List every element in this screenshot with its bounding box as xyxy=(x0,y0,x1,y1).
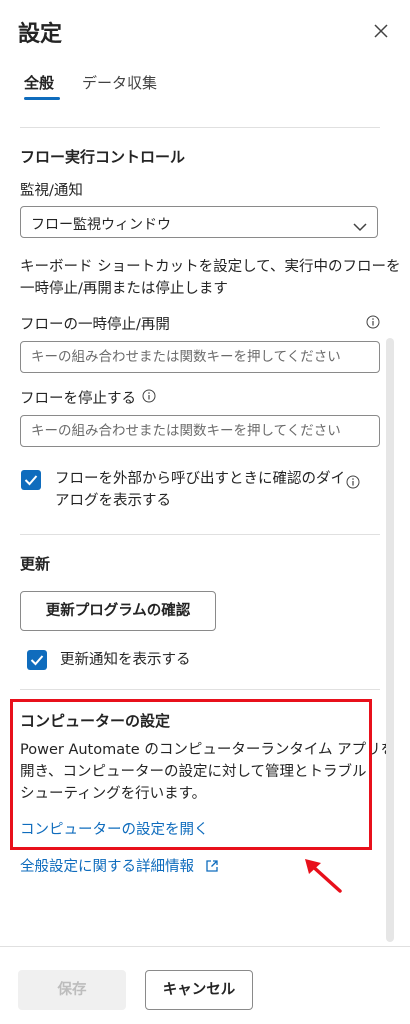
pause-resume-label: フローの一時停止/再開 xyxy=(20,317,170,333)
divider xyxy=(20,534,380,535)
chevron-down-icon xyxy=(353,217,367,232)
checkmark-icon xyxy=(24,475,38,486)
general-settings-info-link[interactable]: 全般設定に関する詳細情報 xyxy=(20,855,219,876)
confirm-dialog-label-line1: フローを外部から呼び出すときに確認のダイ xyxy=(55,471,345,487)
stop-flow-label: フローを停止する xyxy=(20,391,136,407)
check-updates-button-label: 更新プログラムの確認 xyxy=(45,603,191,619)
highlight-box xyxy=(10,699,372,850)
shortcut-description-line2: 一時停止/再開または停止します xyxy=(20,281,228,297)
active-tab-indicator xyxy=(24,97,60,100)
checkmark-icon xyxy=(30,655,44,666)
info-icon[interactable] xyxy=(142,388,156,403)
panel-title: 設定 xyxy=(18,22,63,47)
flow-control-heading: フロー実行コントロール xyxy=(20,148,186,166)
monitor-dropdown[interactable]: フロー監視ウィンドウ xyxy=(20,206,378,238)
monitor-dropdown-value: フロー監視ウィンドウ xyxy=(31,217,171,233)
general-settings-info-link-label: 全般設定に関する詳細情報 xyxy=(20,859,194,875)
cancel-button[interactable]: キャンセル xyxy=(145,970,253,1010)
info-icon[interactable] xyxy=(346,474,360,489)
update-heading: 更新 xyxy=(20,555,51,573)
scrollbar-thumb[interactable] xyxy=(386,338,394,942)
shortcut-description-line1: キーボード ショートカットを設定して、実行中のフローを xyxy=(20,259,401,275)
tab-data-collection[interactable]: データ収集 xyxy=(82,72,157,93)
divider xyxy=(20,127,380,128)
check-updates-button[interactable]: 更新プログラムの確認 xyxy=(20,591,216,631)
monitor-label: 監視/通知 xyxy=(20,183,83,199)
update-notify-checkbox[interactable] xyxy=(27,650,47,670)
divider xyxy=(20,689,380,690)
update-notify-label: 更新通知を表示する xyxy=(60,652,191,668)
confirm-dialog-checkbox[interactable] xyxy=(21,470,41,490)
footer-divider xyxy=(0,946,410,947)
close-icon[interactable] xyxy=(372,22,390,40)
save-button[interactable]: 保存 xyxy=(18,970,126,1010)
info-icon[interactable] xyxy=(366,314,380,329)
save-button-label: 保存 xyxy=(57,982,87,998)
annotation-arrow-icon xyxy=(300,855,344,895)
stop-flow-shortcut-input[interactable] xyxy=(20,415,380,447)
tab-general[interactable]: 全般 xyxy=(24,72,54,93)
pause-resume-shortcut-input[interactable] xyxy=(20,341,380,373)
confirm-dialog-label-line2: アログを表示する xyxy=(55,493,171,509)
cancel-button-label: キャンセル xyxy=(162,982,236,998)
external-link-icon xyxy=(205,860,218,872)
